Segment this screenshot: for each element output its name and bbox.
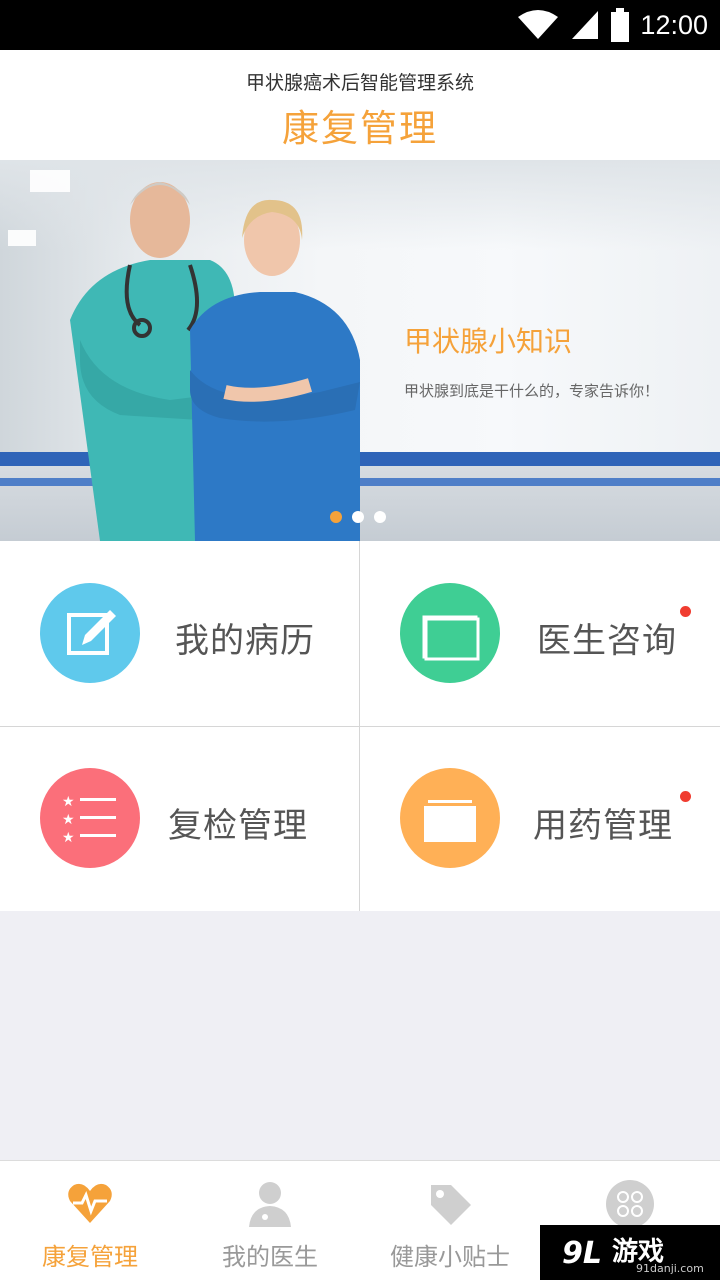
doctor-consult-button[interactable]: 医生咨询 xyxy=(360,541,720,726)
medical-records-button[interactable]: 我的病历 xyxy=(0,541,360,726)
svg-text:★: ★ xyxy=(62,812,75,828)
svg-text:9L: 9L xyxy=(562,1236,602,1271)
svg-text:★: ★ xyxy=(62,830,75,846)
banner-carousel[interactable]: 甲状腺小知识 甲状腺到底是干什么的，专家告诉你！ xyxy=(0,160,720,541)
tag-icon xyxy=(431,1185,471,1225)
app-subtitle: 甲状腺癌术后智能管理系统 xyxy=(245,72,474,94)
windows-icon xyxy=(400,583,500,683)
watermark-url: 91danji.com xyxy=(636,1262,704,1275)
status-bar: 12:00 xyxy=(0,0,720,50)
battery-icon xyxy=(611,8,630,42)
feature-grid: 我的病历 医生咨询 ★ ★ ★ 复检管理 用药管理 xyxy=(0,541,720,911)
heartbeat-icon xyxy=(68,1183,112,1223)
edit-icon xyxy=(40,583,140,683)
doctor-icon xyxy=(249,1182,291,1227)
checklist-icon: ★ ★ ★ xyxy=(40,768,140,868)
recheck-button[interactable]: ★ ★ ★ 复检管理 xyxy=(0,726,360,911)
carousel-indicator xyxy=(330,511,386,523)
doctors-photo xyxy=(70,182,360,541)
notification-badge xyxy=(680,606,691,617)
notification-badge xyxy=(680,791,691,802)
site-watermark: 9L 游戏 91danji.com xyxy=(540,1225,720,1280)
menu-label: 复检管理 xyxy=(168,806,308,846)
tab-label: 我的医生 xyxy=(222,1243,318,1271)
banner-subtitle: 甲状腺到底是干什么的，专家告诉你！ xyxy=(404,382,660,400)
carousel-dot[interactable] xyxy=(330,511,342,523)
watermark-logo: 9L xyxy=(562,1236,602,1271)
banner-title: 甲状腺小知识 xyxy=(404,325,573,358)
medication-button[interactable]: 用药管理 xyxy=(360,726,720,911)
tab-rehab-management[interactable]: 康复管理 xyxy=(0,1161,180,1280)
tab-health-tips[interactable]: 健康小贴士 xyxy=(360,1161,540,1280)
tab-label: 康复管理 xyxy=(42,1243,138,1271)
ceiling-light xyxy=(8,230,36,246)
page-title: 康复管理 xyxy=(282,107,438,150)
apps-icon xyxy=(606,1180,654,1228)
app-header: 甲状腺癌术后智能管理系统 康复管理 xyxy=(0,50,720,160)
signal-icon xyxy=(572,11,599,39)
menu-label: 我的病历 xyxy=(175,621,315,661)
carousel-dot[interactable] xyxy=(352,511,364,523)
tab-label: 健康小贴士 xyxy=(390,1243,510,1271)
wifi-icon xyxy=(518,10,559,39)
menu-label: 用药管理 xyxy=(533,806,673,846)
carousel-dot[interactable] xyxy=(374,511,386,523)
clock: 12:00 xyxy=(640,9,708,40)
folder-icon xyxy=(400,768,500,868)
menu-label: 医生咨询 xyxy=(537,621,677,661)
tab-my-doctor[interactable]: 我的医生 xyxy=(180,1161,360,1280)
svg-text:★: ★ xyxy=(62,794,75,810)
